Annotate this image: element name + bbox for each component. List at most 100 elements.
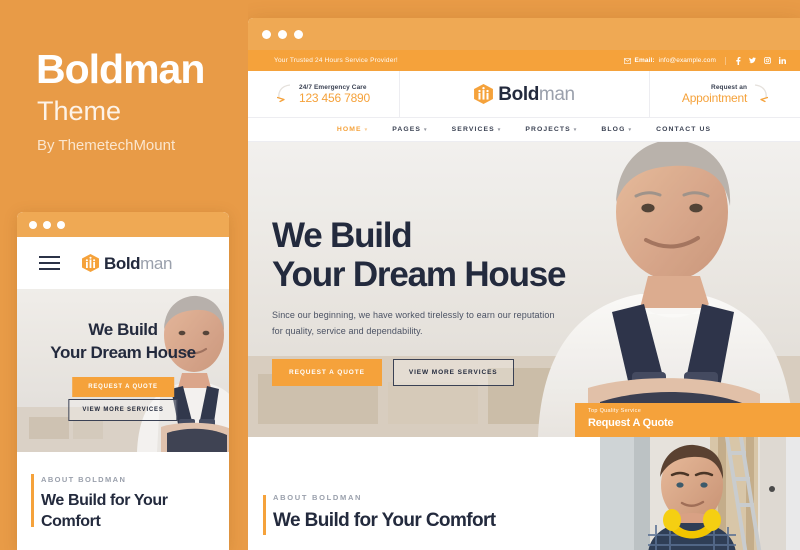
topbar-tagline: Your Trusted 24 Hours Service Provider! (274, 57, 398, 64)
nav-label: SERVICES (451, 126, 495, 133)
promo-subtitle: Theme (37, 96, 122, 126)
chevron-down-icon: ▾ (628, 126, 633, 133)
tablet-about-eyebrow: ABOUT BOLDMAN (41, 475, 127, 484)
nav-item-home[interactable]: HOME ▾ (337, 126, 368, 133)
window-dot-minimize[interactable] (278, 29, 287, 39)
view-more-services-button[interactable]: VIEW MORE SERVICES (392, 358, 514, 386)
header-phone-number: 123 456 7890 (298, 91, 370, 105)
chevron-down-icon: ▾ (424, 126, 428, 133)
promo-title: Boldman (36, 46, 205, 92)
header-appointment-action: Appointment (681, 91, 748, 105)
nav-item-projects[interactable]: PROJECTS ▾ (525, 126, 577, 133)
tablet-about-title-line2: Comfort (41, 512, 101, 530)
topbar-email-value: info@example.com (658, 57, 716, 64)
window-dot-close[interactable] (262, 29, 271, 39)
main-navigation: HOME ▾ PAGES ▾ SERVICES ▾ PROJECTS ▾ BLO… (248, 117, 800, 142)
header-emergency-contact[interactable]: 24/7 Emergency Care 123 456 7890 (248, 71, 400, 117)
hero-section: We Build Your Dream House Since our begi… (248, 142, 800, 437)
hero-copy: We Build Your Dream House Since our begi… (272, 216, 566, 386)
arrow-loop-icon (754, 84, 769, 103)
tablet-hero-photo (17, 289, 229, 452)
linkedin-icon[interactable] (779, 57, 786, 64)
window-dot-minimize[interactable] (43, 220, 51, 229)
tablet-navbar: Boldman (17, 237, 229, 289)
window-dot-maximize[interactable] (294, 29, 303, 39)
tablet-hero-line1: We Build (88, 320, 158, 339)
tablet-about-section: ABOUT BOLDMAN We Build for Your Comfort (17, 452, 229, 550)
header-emergency-text: 24/7 Emergency Care 123 456 7890 (299, 84, 370, 104)
logo-wordmark: Boldman (498, 83, 575, 105)
chevron-down-icon: ▾ (364, 126, 369, 133)
topbar-social-links (725, 56, 786, 65)
logo-bold: Bold (104, 253, 141, 273)
site-logo[interactable]: Boldman (82, 254, 172, 272)
tablet-hero-heading: We Build Your Dream House (17, 319, 229, 365)
nav-item-services[interactable]: SERVICES ▾ (452, 126, 502, 133)
phone-arrow-icon (276, 84, 291, 103)
browser-mockup: Your Trusted 24 Hours Service Provider! … (248, 18, 800, 550)
header-emergency-label: 24/7 Emergency Care (298, 84, 367, 91)
request-quote-button[interactable]: REQUEST A QUOTE (272, 358, 382, 386)
tablet-view-more-services-button[interactable]: VIEW MORE SERVICES (68, 399, 178, 421)
promo-byline: By ThemetechMount (37, 137, 176, 154)
tablet-hero-section: We Build Your Dream House REQUEST A QUOT… (17, 289, 229, 452)
about-section: ABOUT BOLDMAN We Build for Your Comfort (248, 437, 800, 550)
chevron-down-icon: ▾ (573, 126, 578, 133)
topbar-email[interactable]: Email: info@example.com (623, 57, 716, 64)
badge-eyebrow: Top Quality Service (588, 408, 642, 414)
logo-bold: Bold (498, 83, 539, 105)
window-dot-maximize[interactable] (57, 220, 65, 229)
nav-item-blog[interactable]: BLOG ▾ (601, 126, 632, 133)
nav-item-contact-us[interactable]: CONTACT US (656, 126, 711, 133)
tablet-about-title: We Build for Your Comfort (41, 491, 229, 533)
header-logo[interactable]: Boldman (400, 71, 650, 117)
header-appointment-label: Request an (711, 84, 748, 91)
nav-label: PROJECTS (525, 126, 571, 133)
hero-heading: We Build Your Dream House (272, 216, 566, 295)
envelope-icon (623, 57, 631, 64)
site-logo[interactable]: Boldman (474, 83, 575, 105)
hero-paragraph: Since our beginning, we have worked tire… (272, 308, 565, 340)
hamburger-menu-icon[interactable] (39, 256, 60, 270)
tablet-request-quote-button[interactable]: REQUEST A QUOTE (72, 377, 174, 397)
hero-heading-line2: Your Dream House (272, 255, 566, 295)
topbar-email-label: Email: (634, 57, 655, 64)
boldman-hex-logo-icon (82, 254, 99, 272)
nav-label: HOME (336, 126, 362, 133)
accent-bar (263, 495, 266, 535)
topbar-right: Email: info@example.com (623, 56, 786, 65)
instagram-icon[interactable] (764, 57, 771, 64)
nav-label: BLOG (601, 126, 626, 133)
window-dot-close[interactable] (29, 220, 37, 229)
logo-wordmark: Boldman (104, 255, 172, 272)
accent-bar (31, 474, 34, 527)
nav-item-pages[interactable]: PAGES ▾ (392, 126, 427, 133)
browser-window-chrome (248, 18, 800, 50)
header-appointment-text: Request an Appointment (682, 84, 747, 104)
about-copy: ABOUT BOLDMAN We Build for Your Comfort (263, 493, 496, 535)
about-right-strip (786, 437, 800, 550)
tablet-about-title-line1: We Build for Your (41, 492, 168, 509)
about-photo (600, 437, 800, 550)
hero-buttons: REQUEST A QUOTE VIEW MORE SERVICES (272, 358, 565, 386)
header-appointment[interactable]: Request an Appointment (650, 71, 800, 117)
boldman-hex-logo-icon (474, 84, 494, 104)
site-header: 24/7 Emergency Care 123 456 7890 Boldman (248, 71, 800, 117)
about-title: We Build for Your Comfort (273, 510, 496, 531)
logo-light: man (538, 83, 575, 105)
about-photo-svg (600, 437, 800, 550)
nav-label: PAGES (392, 126, 422, 133)
hero-paragraph-line1: Since our beginning, we have worked tire… (272, 310, 555, 321)
twitter-icon[interactable] (749, 57, 756, 64)
badge-title: Request A Quote (588, 417, 674, 429)
site-topbar: Your Trusted 24 Hours Service Provider! … (248, 50, 800, 71)
logo-light: man (140, 253, 173, 273)
tablet-hero-line2: Your Dream House (50, 342, 196, 362)
hero-heading-line1: We Build (272, 216, 413, 255)
request-quote-badge[interactable]: Top Quality Service Request A Quote (575, 403, 800, 437)
chevron-down-icon: ▾ (497, 126, 502, 133)
tablet-mockup: Boldman We Build Your Dream House REQUES… (17, 212, 229, 550)
nav-label: CONTACT US (656, 126, 712, 133)
tablet-window-chrome (17, 212, 229, 237)
facebook-icon[interactable] (736, 56, 741, 65)
